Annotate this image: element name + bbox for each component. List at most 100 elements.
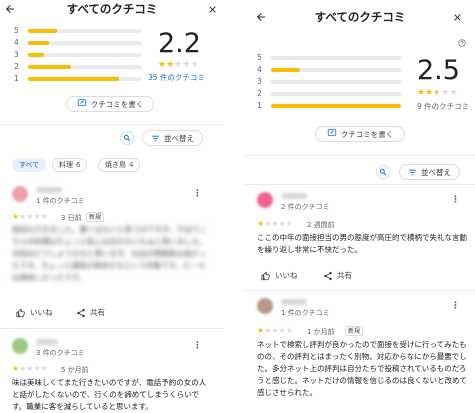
average-rating: 2.2 (158, 28, 201, 59)
chip-yakitori[interactable]: 焼き鳥 4 (98, 158, 141, 172)
reviewer-meta: 1 件のクチコミ (281, 309, 330, 317)
distribution-track (28, 65, 142, 69)
distribution-track (28, 53, 142, 57)
distribution-label: 2 (14, 62, 19, 71)
review-date: 1 か月前 (307, 328, 335, 336)
star-empty-icon: ★ (33, 212, 41, 221)
more-options-icon[interactable]: ⋮ (193, 190, 202, 199)
sort-button[interactable]: 並べ替え (399, 164, 460, 180)
avatar[interactable] (12, 338, 28, 354)
right-reviews-panel: すべてのクチコミ 54321 2.5 ★★★★★ 9 件のクチコミ クチコミを書… (245, 0, 475, 413)
left-reviews-panel: すべてのクチコミ 54321 2.2 ★★★★★ 35 件のクチコミ クチコミを… (0, 0, 224, 413)
like-label: いいね (30, 308, 53, 317)
like-button[interactable]: いいね (261, 270, 298, 281)
review-date: 3 日前 (61, 214, 82, 222)
reviewer-name[interactable] (36, 187, 62, 193)
write-review-label: クチコミを書く (90, 99, 144, 109)
star-empty-icon: ★ (271, 219, 279, 228)
star-empty-icon: ★ (33, 364, 41, 373)
star-empty-icon: ★ (26, 212, 34, 221)
distribution-track (28, 41, 142, 45)
reviewer-name[interactable] (281, 193, 307, 199)
share-button[interactable]: 共有 (76, 307, 105, 318)
distribution-row-5: 5 (257, 53, 401, 62)
avatar[interactable] (12, 186, 28, 202)
distribution-label: 5 (257, 53, 262, 62)
star-empty-icon: ★ (278, 219, 286, 228)
help-icon[interactable] (457, 38, 467, 48)
write-review-button[interactable]: クチコミを書く (66, 96, 154, 112)
review-text: 味は美味しくてまた行きたいのですが、電話予約の女の人と話がしたくないので、行くの… (12, 378, 207, 411)
review-date: 2 週間前 (307, 221, 335, 229)
distribution-track (271, 80, 401, 84)
distribution-track (271, 92, 401, 96)
distribution-fill (28, 29, 57, 33)
star-filled-icon: ★ (425, 88, 434, 98)
new-badge: 新規 (345, 326, 364, 336)
star-empty-icon: ★ (26, 364, 34, 373)
star-filled-icon: ★ (166, 60, 175, 70)
distribution-fill (271, 68, 300, 72)
distribution-fill (28, 41, 49, 45)
distribution-label: 3 (257, 77, 262, 86)
review-count: 9 件のクチコミ (417, 102, 470, 111)
sort-button[interactable]: 並べ替え (142, 130, 203, 146)
distribution-fill (28, 53, 44, 57)
review-stars: ★★★★★ (12, 364, 48, 373)
search-icon (379, 168, 387, 176)
thumbs-up-icon (261, 271, 270, 280)
new-badge: 新規 (86, 212, 105, 222)
reviewer-name[interactable] (36, 339, 58, 345)
share-button[interactable]: 共有 (323, 270, 352, 281)
distribution-row-4: 4 (14, 38, 142, 47)
divider (245, 290, 475, 291)
chip-yakitori-label: 焼き鳥 (105, 161, 126, 169)
chip-cuisine-label: 料理 (59, 161, 73, 169)
panel-gap (224, 0, 245, 413)
write-review-button[interactable]: クチコミを書く (315, 126, 405, 142)
distribution-track (271, 104, 401, 108)
star-empty-icon: ★ (285, 326, 293, 335)
distribution-label: 2 (257, 89, 262, 98)
chip-cuisine[interactable]: 料理 6 (52, 158, 88, 172)
distribution-track (271, 56, 401, 60)
distribution-track (28, 77, 142, 81)
edit-review-icon (77, 98, 87, 111)
review-stars: ★★★★★ (12, 212, 48, 221)
reviewer-meta: 2 件のクチコミ (281, 203, 330, 211)
like-button[interactable]: いいね (16, 307, 53, 318)
sort-icon (152, 135, 159, 141)
chip-all[interactable]: すべて (12, 158, 47, 172)
share-label: 共有 (337, 271, 352, 280)
divider (0, 124, 224, 125)
avatar[interactable] (257, 192, 273, 208)
review-count-link[interactable]: 35 件のクチコミ (148, 72, 205, 83)
distribution-label: 3 (14, 50, 19, 59)
close-icon[interactable] (449, 9, 465, 25)
share-icon (324, 271, 332, 280)
distribution-fill (28, 65, 71, 69)
rating-distribution: 5 4 3 2 1 (257, 53, 403, 114)
thumbs-up-icon (16, 308, 25, 317)
more-options-icon[interactable]: ⋮ (451, 302, 460, 311)
rating-distribution: 5 4 3 2 1 (14, 26, 146, 87)
review-text: 前回も行きました。悪くはないと思うのですが、やはりこちらの料理はちょっと私には合… (12, 225, 207, 282)
write-review-label: クチコミを書く (340, 129, 394, 139)
more-options-icon[interactable]: ⋮ (451, 196, 460, 205)
chip-cuisine-count: 6 (76, 161, 81, 169)
search-reviews-button[interactable] (376, 165, 390, 179)
sort-label: 並べ替え (421, 167, 451, 177)
search-reviews-button[interactable] (120, 131, 134, 145)
close-icon[interactable] (204, 1, 220, 17)
distribution-row-3: 3 (14, 50, 142, 59)
distribution-row-1: 1 (257, 101, 401, 110)
distribution-label: 1 (14, 74, 19, 83)
distribution-row-3: 3 (257, 77, 401, 86)
avatar[interactable] (257, 298, 273, 314)
reviewer-meta: 1 件のクチコミ (36, 197, 85, 205)
more-options-icon[interactable]: ⋮ (193, 342, 202, 351)
distribution-row-4: 4 (257, 65, 401, 74)
page-title: すべてのクチコミ (314, 10, 406, 24)
reviewer-name[interactable] (281, 299, 307, 305)
chip-all-label: すべて (19, 161, 40, 169)
